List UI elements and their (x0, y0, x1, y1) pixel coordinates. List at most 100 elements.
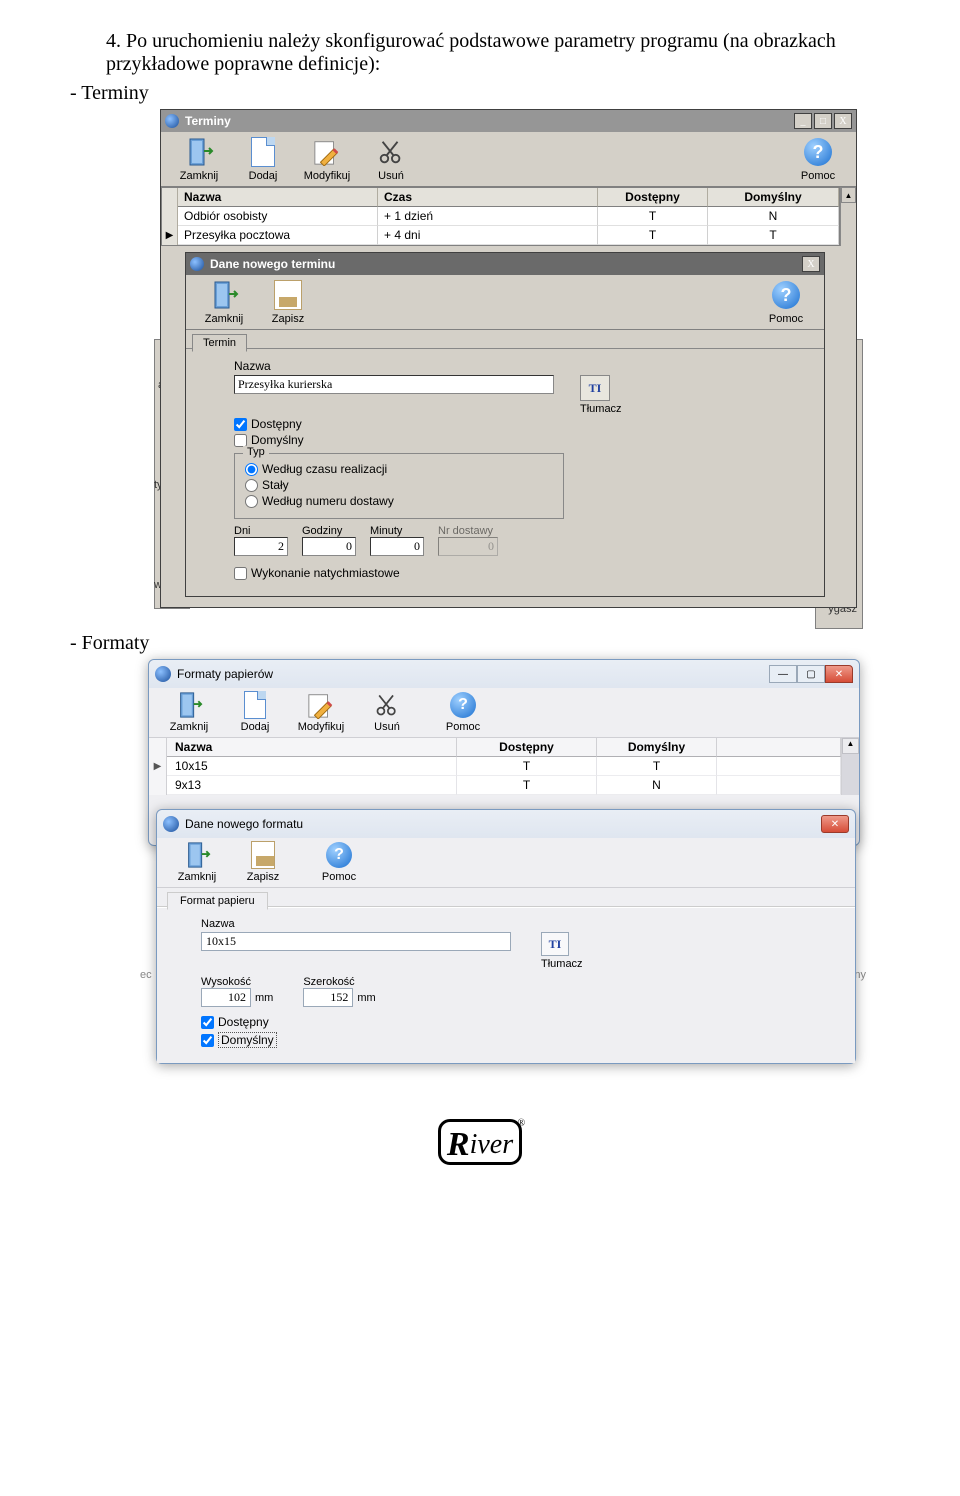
table-row[interactable]: ▶ 10x15 T T (149, 757, 841, 776)
minimize-button[interactable]: — (769, 665, 797, 683)
paragraph-4-0: 4. Po uruchomieniu należy skonfigurować … (70, 30, 890, 76)
nrdostawy-label: Nr dostawy (438, 525, 498, 537)
app-icon (163, 816, 179, 832)
col-dostepny[interactable]: Dostępny (598, 188, 708, 207)
title-dane-formatu: Dane nowego formatu (185, 817, 821, 831)
col-domyslny[interactable]: Domyślny (597, 738, 717, 757)
typ-staly-label: Stały (262, 478, 289, 492)
modyfikuj-label: Modyfikuj (293, 721, 349, 733)
save-icon (251, 841, 275, 869)
usun-button[interactable]: Usuń (363, 136, 419, 182)
bg-label-ec: ec (140, 969, 152, 981)
zapisz-button[interactable]: Zapisz (235, 840, 291, 883)
nazwa-input[interactable] (201, 932, 511, 951)
dostepny-checkbox[interactable]: Dostępny (234, 417, 806, 431)
zapisz-button[interactable]: Zapisz (260, 279, 316, 325)
modyfikuj-button[interactable]: Modyfikuj (299, 136, 355, 182)
grid-header: Nazwa Dostępny Domyślny (149, 738, 841, 757)
col-nazwa[interactable]: Nazwa (167, 738, 457, 757)
pomoc-label: Pomoc (790, 170, 846, 182)
zamknij-button[interactable]: Zamknij (171, 136, 227, 182)
typ-staly-radio[interactable]: Stały (245, 478, 553, 492)
formaty-grid[interactable]: Nazwa Dostępny Domyślny ▶ 10x15 T T (149, 738, 841, 795)
cell-czas: + 4 dni (378, 226, 598, 245)
szerokosc-label: Szerokość (303, 976, 375, 988)
logo-iver: iver (470, 1129, 514, 1160)
titlebar-dane-terminu[interactable]: Dane nowego terminu X (186, 253, 824, 275)
title-dane-terminu: Dane nowego terminu (210, 257, 802, 271)
dostepny-label: Dostępny (251, 417, 302, 431)
zamknij-button[interactable]: Zamknij (196, 279, 252, 325)
minimize-button[interactable]: _ (794, 113, 812, 129)
domyslny-checkbox[interactable]: Domyślny (201, 1032, 835, 1048)
tlumacz-button[interactable]: TI (580, 375, 610, 401)
godziny-input[interactable] (302, 537, 356, 556)
scroll-up-icon[interactable]: ▲ (842, 738, 859, 754)
zamknij-button[interactable]: Zamknij (169, 840, 225, 883)
col-czas[interactable]: Czas (378, 188, 598, 207)
pomoc-button[interactable]: ? Pomoc (435, 690, 491, 733)
wysokosc-input[interactable] (201, 988, 251, 1007)
vertical-scrollbar[interactable]: ▲ (840, 187, 856, 246)
pomoc-button[interactable]: ? Pomoc (311, 840, 367, 883)
titlebar-formaty[interactable]: Formaty papierów — ▢ ✕ (149, 660, 859, 688)
cell-czas: + 1 dzień (378, 207, 598, 226)
toolbar-terminy: Zamknij Dodaj Modyfikuj Usuń (161, 132, 856, 187)
usun-button[interactable]: Usuń (359, 690, 415, 733)
godziny-label: Godziny (302, 525, 356, 537)
dostepny-checkbox[interactable]: Dostępny (201, 1015, 835, 1029)
scroll-up-icon[interactable]: ▲ (841, 187, 856, 203)
close-button[interactable]: ✕ (821, 815, 849, 833)
toolbar-dane-terminu: Zamknij Zapisz ? Pomoc (186, 275, 824, 330)
typ-dostawa-radio[interactable]: Według numeru dostawy (245, 494, 553, 508)
nrdostawy-input (438, 537, 498, 556)
cell-dostepny: T (457, 757, 597, 776)
modyfikuj-button[interactable]: Modyfikuj (293, 690, 349, 733)
nazwa-input[interactable] (234, 375, 554, 394)
maximize-button[interactable]: ▢ (797, 665, 825, 683)
minuty-input[interactable] (370, 537, 424, 556)
tlumacz-button[interactable]: TI (541, 932, 569, 956)
pomoc-button[interactable]: ? Pomoc (758, 279, 814, 325)
usun-label: Usuń (359, 721, 415, 733)
dodaj-label: Dodaj (235, 170, 291, 182)
typ-czas-radio[interactable]: Według czasu realizacji (245, 462, 553, 476)
zamknij-label: Zamknij (161, 721, 217, 733)
pomoc-button[interactable]: ? Pomoc (790, 136, 846, 182)
save-icon (274, 280, 302, 310)
close-button[interactable]: ✕ (825, 665, 853, 683)
pencil-icon (307, 691, 335, 719)
close-button[interactable]: X (802, 256, 820, 272)
terminy-grid[interactable]: Nazwa Czas Dostępny Domyślny Odbiór osob… (161, 187, 840, 246)
toolbar-dane-formatu: Zamknij Zapisz ? Pomoc (157, 838, 855, 888)
dodaj-button[interactable]: Dodaj (227, 690, 283, 733)
table-row[interactable]: Odbiór osobisty + 1 dzień T N (162, 207, 839, 226)
titlebar-dane-formatu[interactable]: Dane nowego formatu ✕ (157, 810, 855, 838)
cell-dostepny: T (598, 207, 708, 226)
szerokosc-input[interactable] (303, 988, 353, 1007)
app-icon (165, 114, 179, 128)
title-formaty: Formaty papierów (177, 667, 769, 681)
pomoc-label: Pomoc (311, 871, 367, 883)
cell-domyslny: N (597, 776, 717, 795)
col-dostepny[interactable]: Dostępny (457, 738, 597, 757)
natychmiast-checkbox[interactable]: Wykonanie natychmiastowe (234, 566, 806, 580)
dni-input[interactable] (234, 537, 288, 556)
domyslny-checkbox[interactable]: Domyślny (234, 433, 806, 447)
titlebar-terminy[interactable]: Terminy _ □ X (161, 110, 856, 132)
dodaj-button[interactable]: Dodaj (235, 136, 291, 182)
maximize-button[interactable]: □ (814, 113, 832, 129)
zamknij-button[interactable]: Zamknij (161, 690, 217, 733)
close-button[interactable]: X (834, 113, 852, 129)
tab-format-papieru[interactable]: Format papieru (167, 892, 268, 910)
paragraph-4: 4. Po uruchomieniu należy skonfigurować … (106, 30, 836, 75)
table-row[interactable]: 9x13 T N (149, 776, 841, 795)
minuty-label: Minuty (370, 525, 424, 537)
page-icon (251, 137, 275, 167)
tab-termin[interactable]: Termin (192, 334, 247, 352)
table-row[interactable]: ▶ Przesyłka pocztowa + 4 dni T T (162, 226, 839, 245)
col-nazwa[interactable]: Nazwa (178, 188, 378, 207)
typ-group: Typ Według czasu realizacji Stały Według… (234, 453, 564, 519)
col-domyslny[interactable]: Domyślny (708, 188, 839, 207)
scrollbar-thumb[interactable] (842, 754, 859, 795)
